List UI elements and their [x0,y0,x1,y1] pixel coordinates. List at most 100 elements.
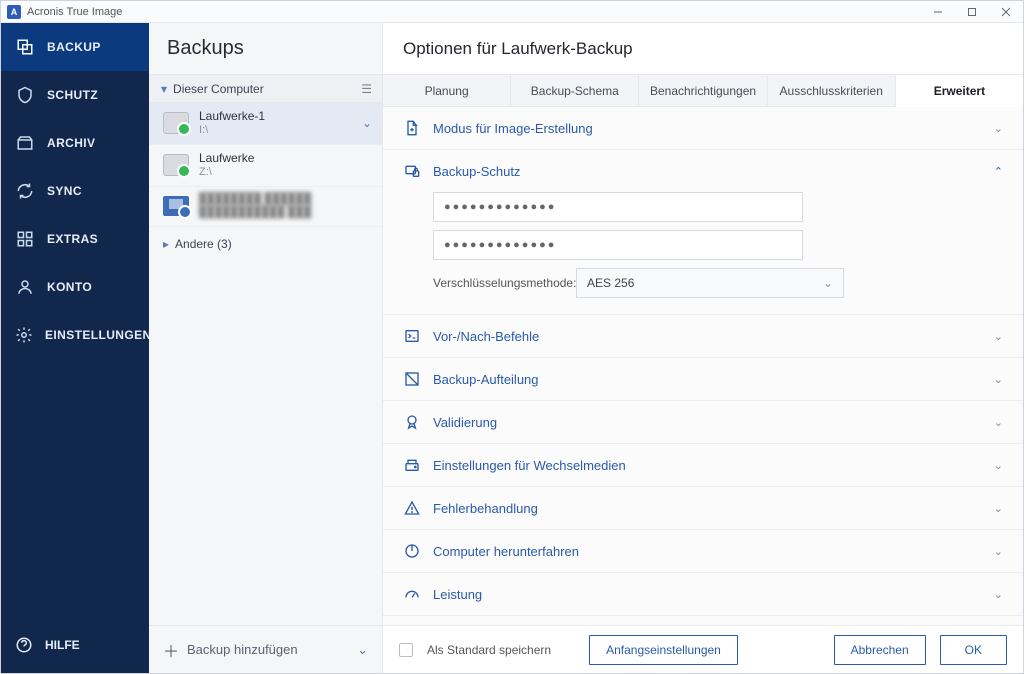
shield-icon [15,85,35,105]
gauge-icon [403,585,421,603]
entry-path: ███████████ ███ [199,206,311,220]
list-group-other[interactable]: ▸ Andere (3) [149,227,382,261]
warning-icon [403,499,421,517]
plus-icon: ＋ [163,638,179,662]
help-icon [15,636,33,654]
backup-entry-pc[interactable]: ████████ █████████████████ ███ [149,187,382,228]
tab-label: Ausschlusskriterien [780,84,883,98]
nav-help[interactable]: HILFE [1,617,149,673]
tab-ausschluss[interactable]: Ausschlusskriterien [768,75,896,106]
save-default-checkbox[interactable] [399,643,413,657]
encryption-select[interactable]: AES 256 ⌄ [576,268,844,298]
tab-label: Planung [425,84,469,98]
acc-pre-post[interactable]: Vor-/Nach-Befehle ⌄ [383,315,1023,358]
options-footer: Als Standard speichern Anfangseinstellun… [383,625,1023,673]
power-icon [403,542,421,560]
chevron-down-icon: ⌄ [994,502,1003,515]
tab-label: Backup-Schema [531,84,619,98]
nav-account[interactable]: KONTO [1,263,149,311]
badge-icon [403,413,421,431]
acc-error[interactable]: Fehlerbehandlung ⌄ [383,487,1023,530]
lock-icon [403,162,421,180]
nav-protect[interactable]: SCHUTZ [1,71,149,119]
group-label: Dieser Computer [173,82,264,96]
nav-label: SYNC [47,184,82,198]
tab-benachrichtigungen[interactable]: Benachrichtigungen [639,75,767,106]
acc-label: Vor-/Nach-Befehle [433,329,539,344]
button-label: Anfangseinstellungen [606,643,721,657]
drive-icon [403,456,421,474]
nav-archive[interactable]: ARCHIV [1,119,149,167]
stack-icon [15,37,35,57]
entry-path: Z:\ [199,166,254,180]
nav-label: EINSTELLUNGEN [45,328,152,342]
list-group-this-computer[interactable]: ▾ Dieser Computer ☰ [149,75,382,103]
acc-label: Einstellungen für Wechselmedien [433,458,626,473]
tab-schema[interactable]: Backup-Schema [511,75,639,106]
ok-button[interactable]: OK [940,635,1007,665]
options-scroll[interactable]: Modus für Image-Erstellung ⌄ Backup-Schut… [383,107,1023,625]
group-label: Andere (3) [175,237,232,251]
minimize-button[interactable] [921,2,955,22]
chevron-down-icon: ⌄ [994,545,1003,558]
sync-icon [15,181,35,201]
window-titlebar: A Acronis True Image [1,1,1023,23]
password-value: ●●●●●●●●●●●●● [444,201,556,213]
nav-backup[interactable]: BACKUP [1,23,149,71]
button-label: Abbrechen [851,643,909,657]
cancel-button[interactable]: Abbrechen [834,635,926,665]
acc-split[interactable]: Backup-Aufteilung⌄ [383,358,1023,401]
nav-settings[interactable]: EINSTELLUNGEN [1,311,149,359]
acc-image-mode[interactable]: Modus für Image-Erstellung ⌄ [383,107,1023,150]
nav-label: EXTRAS [47,232,98,246]
acc-performance[interactable]: Leistung⌄ [383,573,1023,616]
menu-icon[interactable]: ☰ [361,82,372,96]
encryption-label: Verschlüsselungsmethode: [433,276,568,290]
chevron-down-icon[interactable]: ⌄ [357,642,368,658]
tab-label: Benachrichtigungen [650,84,756,98]
chevron-down-icon[interactable]: ⌄ [362,116,372,130]
acc-label: Computer herunterfahren [433,544,579,559]
encryption-value: AES 256 [587,276,634,290]
backup-entry-laufwerke-1[interactable]: Laufwerke-1I:\ ⌄ [149,103,382,145]
initial-settings-button[interactable]: Anfangseinstellungen [589,635,738,665]
chevron-down-icon: ⌄ [994,122,1003,135]
add-backup-button[interactable]: ＋ Backup hinzufügen ⌄ [149,625,382,673]
password-confirm-input[interactable]: ●●●●●●●●●●●●● [433,230,803,260]
list-heading: Backups [149,23,382,75]
disk-ok-icon [163,112,189,134]
tab-label: Erweitert [934,84,985,98]
nav-sidebar: BACKUP SCHUTZ ARCHIV SYNC EXTRAS KONTO [1,23,149,673]
disk-ok-icon [163,154,189,176]
entry-name: Laufwerke-1 [199,109,265,124]
chevron-down-icon: ⌄ [823,276,833,290]
grid-icon [15,229,35,249]
file-plus-icon [403,119,421,137]
window-title: Acronis True Image [27,6,122,18]
acc-removable[interactable]: Einstellungen für Wechselmedien⌄ [383,444,1023,487]
tab-erweitert[interactable]: Erweitert [896,75,1023,107]
tab-planung[interactable]: Planung [383,75,511,106]
acc-validate[interactable]: Validierung⌄ [383,401,1023,444]
acc-backup-schutz[interactable]: Backup-Schutz⌃ ●●●●●●●●●●●●● ●●●●●●●●●●●… [383,150,1023,315]
save-default-label: Als Standard speichern [427,643,551,657]
button-label: OK [965,643,982,657]
backup-entry-laufwerke[interactable]: LaufwerkeZ:\ [149,145,382,187]
entry-path: I:\ [199,124,265,138]
nav-label: ARCHIV [47,136,95,150]
nav-label: SCHUTZ [47,88,98,102]
nav-extras[interactable]: EXTRAS [1,215,149,263]
acc-label: Fehlerbehandlung [433,501,538,516]
password-input[interactable]: ●●●●●●●●●●●●● [433,192,803,222]
nav-sync[interactable]: SYNC [1,167,149,215]
entry-name: Laufwerke [199,151,254,166]
entry-name: ████████ ██████ [199,193,311,207]
maximize-button[interactable] [955,2,989,22]
acc-shutdown[interactable]: Computer herunterfahren ⌄ [383,530,1023,573]
acc-label: Backup-Schutz [433,164,520,179]
box-icon [15,133,35,153]
chevron-down-icon: ⌄ [994,330,1003,343]
backup-list-panel: Backups ▾ Dieser Computer ☰ Laufwerke-1I… [149,23,383,673]
close-button[interactable] [989,2,1023,22]
acc-label: Modus für Image-Erstellung [433,121,593,136]
